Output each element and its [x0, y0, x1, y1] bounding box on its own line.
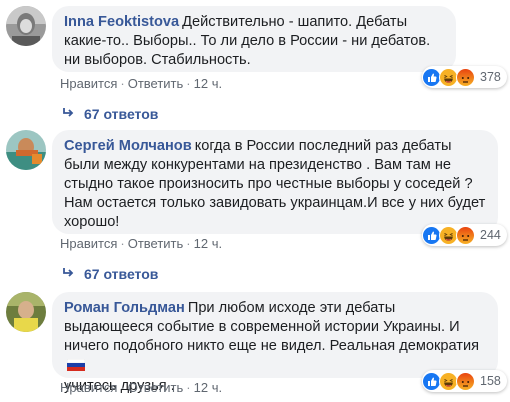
angry-icon: [456, 371, 475, 391]
avatar[interactable]: [6, 292, 46, 332]
reply-arrow-icon: [62, 265, 74, 283]
avatar[interactable]: [6, 130, 46, 170]
reply-arrow-icon: [62, 105, 74, 123]
reaction-summary[interactable]: 244: [422, 224, 507, 246]
like-link[interactable]: Нравится: [60, 236, 117, 251]
angry-icon: [456, 67, 475, 87]
reaction-count: 378: [480, 70, 501, 84]
comment-timestamp[interactable]: 12 ч.: [194, 76, 222, 91]
view-replies[interactable]: 67 ответов: [62, 105, 158, 123]
separator-dot: ·: [186, 236, 191, 251]
avatar[interactable]: [6, 6, 46, 46]
comment-timestamp[interactable]: 12 ч.: [194, 380, 222, 395]
comment-author[interactable]: Inna Feoktistova: [64, 14, 179, 30]
reply-link[interactable]: Ответить: [128, 236, 184, 251]
comment-author[interactable]: Роман Гольдман: [64, 300, 185, 316]
comment-bubble: Сергей Молчанов когда в России последний …: [52, 130, 498, 234]
comment-timestamp[interactable]: 12 ч.: [194, 236, 222, 251]
separator-dot: ·: [120, 76, 125, 91]
angry-icon: [456, 225, 475, 245]
comment-actions: Нравится · Ответить · 12 ч.: [60, 380, 222, 396]
replies-count[interactable]: 67 ответов: [84, 105, 158, 123]
reaction-summary[interactable]: 378: [422, 66, 507, 88]
separator-dot: ·: [120, 236, 125, 251]
separator-dot: ·: [186, 380, 191, 395]
reply-link[interactable]: Ответить: [128, 380, 184, 395]
comment-actions: Нравится · Ответить · 12 ч.: [60, 236, 222, 252]
comment-bubble: Роман Гольдман При любом исходе эти дебат…: [52, 292, 498, 394]
like-link[interactable]: Нравится: [60, 380, 117, 395]
view-replies[interactable]: 67 ответов: [62, 265, 158, 283]
separator-dot: ·: [186, 76, 191, 91]
like-link[interactable]: Нравится: [60, 76, 117, 91]
comment-actions: Нравится · Ответить · 12 ч.: [60, 76, 222, 92]
separator-dot: ·: [120, 380, 125, 395]
reply-link[interactable]: Ответить: [128, 76, 184, 91]
reaction-count: 158: [480, 374, 501, 388]
comment-author[interactable]: Сергей Молчанов: [64, 138, 192, 154]
replies-count[interactable]: 67 ответов: [84, 265, 158, 283]
reaction-count: 244: [480, 228, 501, 242]
reaction-summary[interactable]: 158: [422, 370, 507, 392]
russia-flag-icon: [66, 358, 86, 377]
comment-bubble: Inna Feoktistova Действительно - шапито. …: [52, 6, 456, 72]
